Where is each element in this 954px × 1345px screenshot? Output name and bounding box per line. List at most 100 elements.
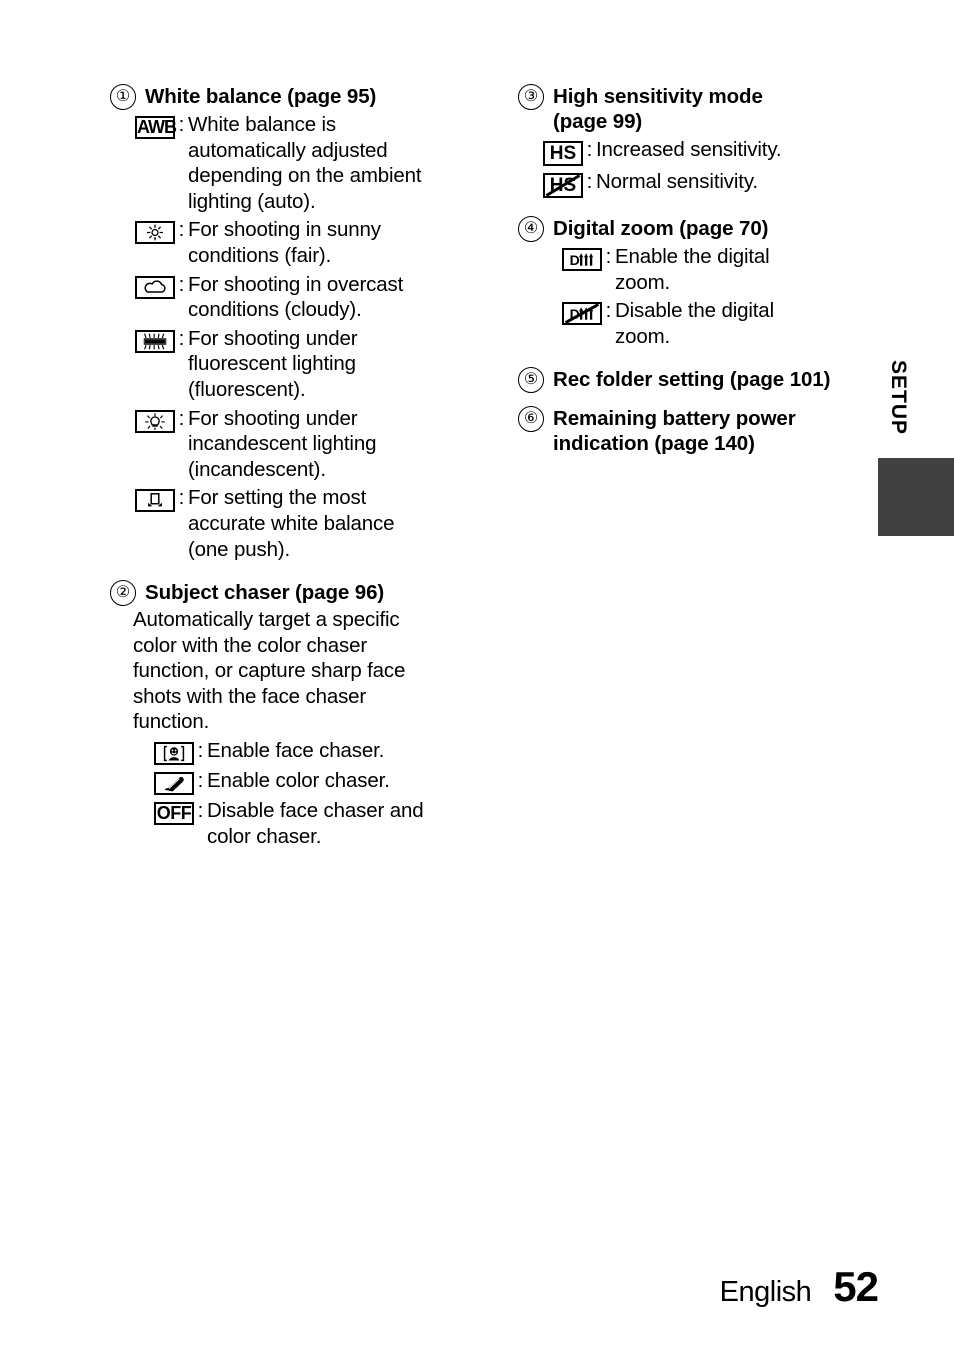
cloud-icon-glyph	[144, 279, 166, 293]
color-chaser-icon-wrap	[152, 768, 194, 796]
definition-row: OFF : Disable face chaser and color chas…	[152, 798, 470, 849]
definition-text: Enable color chaser.	[207, 769, 390, 793]
definition-text: Increased sensitivity.	[596, 138, 782, 161]
hs-off-label: HS	[549, 175, 577, 196]
definition-text: Enable face chaser.	[207, 739, 385, 763]
definition-text: Enable the digital zoom.	[615, 245, 770, 294]
one-push-icon-wrap	[133, 485, 175, 513]
face-chaser-icon	[154, 742, 194, 766]
right-column: ③ High sensitivity mode (page 99) HS : I…	[518, 84, 873, 458]
definition-text: For shooting in sunny conditions (fair).	[188, 218, 381, 267]
digital-zoom-on-icon-wrap: D	[560, 244, 602, 271]
digital-zoom-definitions: D : Enable the digital zoom. D: Disable…	[560, 244, 873, 349]
cloud-icon-wrap	[133, 272, 175, 299]
entry-heading: Rec folder setting (page 101)	[553, 368, 831, 392]
definition-row: : For shooting under incandescent lighti…	[133, 406, 470, 483]
face-chaser-icon-wrap	[152, 738, 194, 766]
one-push-icon	[135, 489, 175, 513]
hs-off-icon: HS	[543, 173, 583, 198]
sun-icon-wrap	[133, 217, 175, 245]
entry-rec-folder-setting: ⑤ Rec folder setting (page 101)	[518, 367, 873, 394]
definition-colon: :	[178, 218, 185, 242]
definition-text: Normal sensitivity.	[596, 170, 758, 193]
list-marker: ③	[518, 84, 544, 110]
entry-heading: Digital zoom (page 70)	[553, 217, 769, 240]
definition-row: : For shooting in overcast conditions (c…	[133, 272, 470, 323]
awb-icon: AWB	[135, 116, 177, 139]
list-marker: ⑥	[518, 406, 544, 433]
hs-off-icon-wrap: HS	[541, 169, 583, 198]
definition-text: Disable the digital zoom.	[615, 299, 774, 348]
definition-text: For shooting in overcast conditions (clo…	[188, 272, 404, 322]
definition-row: D : Disable the digital zoom.	[560, 298, 873, 349]
fluorescent-icon-wrap	[133, 326, 175, 353]
digital-zoom-off-icon-wrap: D	[560, 298, 602, 326]
definition-colon: :	[586, 138, 593, 161]
definition-colon: :	[605, 299, 612, 323]
footer-language: English	[719, 1276, 812, 1308]
list-marker: ①	[110, 84, 136, 110]
sun-icon-glyph	[146, 224, 164, 241]
definition-colon: :	[586, 170, 593, 193]
definition-row: : For shooting in sunny conditions (fair…	[133, 217, 470, 268]
definition-colon: :	[178, 113, 185, 136]
side-tab-label: SETUP	[887, 360, 910, 436]
left-column: ① White balance (page 95) AWB : White ba…	[110, 84, 470, 849]
color-chaser-icon-glyph	[164, 777, 184, 792]
definition-row: : Enable face chaser.	[152, 738, 470, 766]
footer-page-number: 52	[833, 1263, 879, 1310]
definition-row: : Enable color chaser.	[152, 768, 470, 796]
subject-chaser-definitions: : Enable face chaser. : Enable color cha…	[152, 738, 470, 849]
definition-colon: :	[197, 739, 204, 763]
entry-battery-indication: ⑥ Remaining battery power indication (pa…	[518, 406, 873, 456]
definition-colon: :	[178, 406, 185, 430]
list-marker: ②	[110, 580, 136, 607]
sun-icon	[135, 221, 175, 245]
svg-text:D: D	[570, 252, 580, 268]
entry-high-sensitivity: ③ High sensitivity mode (page 99)	[518, 84, 873, 134]
digital-zoom-off-icon: D	[562, 302, 602, 326]
fluorescent-icon-glyph	[143, 333, 167, 350]
definition-row: AWB : White balance is automatically adj…	[133, 112, 470, 214]
fluorescent-icon	[135, 329, 175, 353]
hs-on-icon-wrap: HS	[541, 137, 583, 166]
off-icon: OFF	[154, 802, 194, 826]
list-marker: ⑤	[518, 367, 544, 394]
definition-colon: :	[178, 486, 185, 510]
color-chaser-icon	[154, 772, 194, 796]
white-balance-definitions: AWB : White balance is automatically adj…	[133, 112, 470, 562]
entry-heading: Subject chaser (page 96)	[145, 581, 385, 605]
definition-colon: :	[197, 769, 204, 793]
entry-white-balance: ① White balance (page 95)	[110, 84, 470, 110]
svg-text:D: D	[570, 306, 580, 322]
definition-text: For shooting under fluorescent lighting …	[188, 326, 358, 401]
digital-zoom-off-icon-glyph: D	[570, 306, 594, 322]
entry-heading: Remaining battery power indication (page…	[553, 407, 796, 456]
hs-on-icon: HS	[543, 141, 583, 166]
digital-zoom-on-icon: D	[562, 248, 602, 271]
definition-text: Disable face chaser and color chaser.	[207, 799, 424, 848]
face-chaser-icon-glyph	[163, 745, 185, 762]
side-tab-block	[878, 458, 954, 536]
incandescent-icon-glyph	[145, 412, 165, 430]
definition-colon: :	[197, 799, 204, 823]
one-push-icon-glyph	[148, 493, 162, 507]
high-sensitivity-definitions: HS : Increased sensitivity. HS : Normal …	[541, 137, 873, 198]
entry-heading: High sensitivity mode (page 99)	[553, 85, 763, 133]
definition-text: For shooting under incandescent lighting…	[188, 406, 377, 481]
definition-row: HS : Normal sensitivity.	[541, 169, 873, 198]
incandescent-icon	[135, 409, 175, 433]
definition-row: : For setting the most accurate white ba…	[133, 485, 470, 562]
list-marker: ④	[518, 216, 544, 242]
definition-colon: :	[605, 245, 612, 268]
manual-page: ① White balance (page 95) AWB : White ba…	[0, 0, 954, 1345]
entry-digital-zoom: ④ Digital zoom (page 70)	[518, 216, 873, 242]
entry-subject-chaser: ② Subject chaser (page 96)	[110, 580, 470, 607]
page-footer: English 52	[0, 1263, 954, 1311]
subject-chaser-description: Automatically target a specific color wi…	[133, 608, 406, 734]
definition-text: White balance is automatically adjusted …	[188, 113, 422, 213]
definition-text: For setting the most accurate white bala…	[188, 486, 395, 561]
off-icon-wrap: OFF	[152, 798, 194, 826]
entry-heading: White balance (page 95)	[145, 85, 377, 108]
incandescent-icon-wrap	[133, 406, 175, 433]
